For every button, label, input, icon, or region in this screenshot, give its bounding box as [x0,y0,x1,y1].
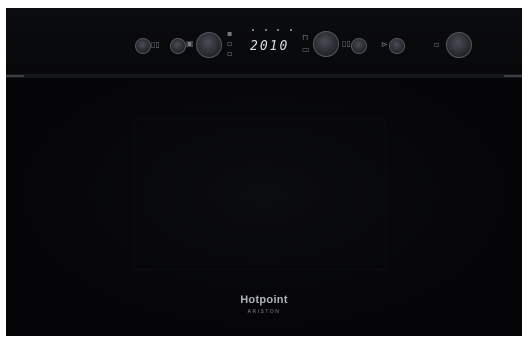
grill-icon: ▯▯ [151,40,160,49]
mode-indicator-mid-icon: ▫ [227,39,233,48]
display-dot [252,29,254,31]
fan-symbol-icon: ⊳ [381,40,388,49]
oven-icon: ▣ [186,39,194,48]
small-knob-1[interactable] [135,38,151,54]
function-selector-knob[interactable] [196,32,222,58]
seam-highlight-left [6,75,24,77]
power-symbol-icon: ▯▯ [342,39,351,48]
small-knob-2[interactable] [170,38,186,54]
control-panel: ▯▯ ▣ ▪ ▫ ▫ 2010 ⊓ ▭ ▯▯ ⊳ ▫ [6,8,522,74]
mode-indicator-bottom-icon: ▫ [227,49,233,58]
time-setting-knob[interactable] [313,31,339,57]
display-dot [264,29,267,31]
brand-logo-name: Hotpoint [240,294,288,306]
seam-highlight-right [504,75,522,77]
door-window [134,118,386,270]
temperature-symbol-icon: ▭ [302,45,310,54]
start-knob[interactable] [446,32,472,58]
mode-indicator-top-icon: ▪ [227,29,233,38]
clock-display: 2010 [250,39,290,54]
display-indicator-dots [252,29,292,32]
display-dot [277,29,280,31]
timer-symbol-icon: ⊓ [302,33,309,42]
start-symbol-icon: ▫ [434,40,440,49]
built-in-oven: ▯▯ ▣ ▪ ▫ ▫ 2010 ⊓ ▭ ▯▯ ⊳ ▫ Hotpoint ARIS… [6,8,522,336]
small-knob-3[interactable] [351,38,367,54]
oven-door[interactable]: Hotpoint ARISTON [6,78,522,336]
display-dot [289,29,292,31]
brand-logo-sub: ARISTON [247,309,281,315]
small-knob-4[interactable] [389,38,405,54]
